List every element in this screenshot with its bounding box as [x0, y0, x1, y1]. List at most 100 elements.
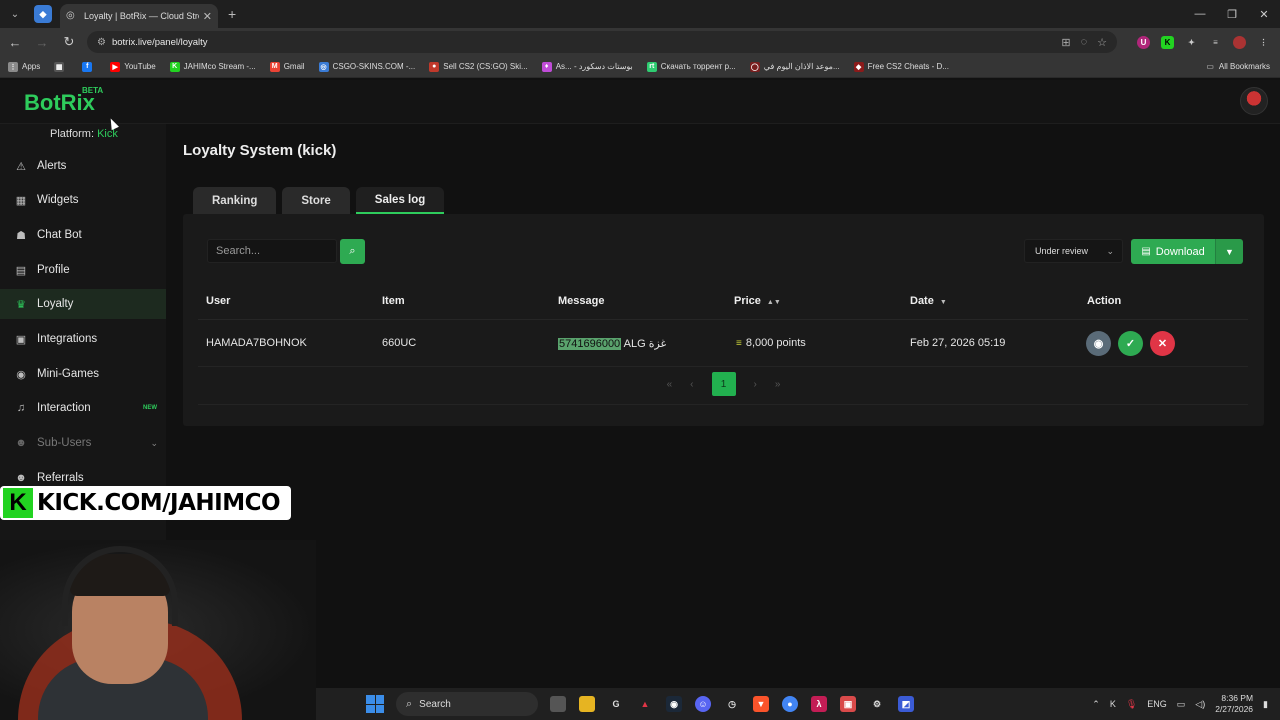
close-window-icon[interactable]: ✕: [1248, 0, 1280, 28]
integrations-icon: ▣: [15, 333, 27, 346]
sidebar-item-sub-users[interactable]: ☻ Sub-Users ⌄: [0, 428, 166, 458]
tab-close-icon[interactable]: ✕: [203, 10, 212, 23]
tab-ranking[interactable]: Ranking: [193, 187, 277, 214]
next-page-icon[interactable]: ›: [754, 379, 757, 390]
app-lambda-icon[interactable]: λ: [811, 696, 827, 712]
search-button[interactable]: ⌕: [340, 239, 365, 264]
download-button[interactable]: ▤ Download: [1131, 239, 1215, 264]
download-dropdown-button[interactable]: ▼: [1215, 239, 1243, 264]
sidebar-item-interaction[interactable]: ♫ Interaction NEW: [0, 393, 166, 423]
botrix-logo[interactable]: BotRix BETA: [24, 86, 103, 116]
header-message: Message: [558, 295, 605, 307]
bookmark-item[interactable]: rt Скачать торрент р...: [646, 61, 736, 72]
bookmark-label: CSGO-SKINS.COM -...: [332, 62, 416, 71]
reject-button[interactable]: ✕: [1150, 331, 1175, 356]
profile-avatar-icon[interactable]: [1233, 35, 1246, 49]
tab-sales-log[interactable]: Sales log: [355, 187, 445, 214]
sidebar-item-alerts[interactable]: ⚠ Alerts: [0, 151, 166, 181]
reload-icon[interactable]: ↻: [57, 34, 81, 50]
restore-icon[interactable]: ❐: [1216, 0, 1248, 28]
header-price[interactable]: Price ▲▼: [734, 295, 781, 307]
extension-kick-icon[interactable]: K: [1161, 35, 1174, 49]
bookmark-item[interactable]: ⋮ Apps: [8, 61, 40, 72]
discord-icon[interactable]: ☺: [695, 696, 711, 712]
all-bookmarks-button[interactable]: ▭ All Bookmarks: [1206, 62, 1270, 71]
platform-value[interactable]: Kick: [97, 128, 118, 140]
bookmark-item[interactable]: ▶ YouTube: [110, 61, 156, 72]
new-tab-icon[interactable]: +: [228, 6, 236, 22]
header-date[interactable]: Date ▼: [910, 295, 947, 307]
bookmark-item[interactable]: f: [82, 61, 96, 72]
status-filter-select[interactable]: Under review ⌄: [1024, 239, 1123, 263]
sidebar-item-profile[interactable]: ▤ Profile: [0, 255, 166, 285]
settings-icon[interactable]: ⚙: [869, 696, 885, 712]
bookmark-favicon-icon: ♦: [541, 61, 552, 72]
status-filter-value: Under review: [1035, 246, 1089, 256]
sidebar-item-integrations[interactable]: ▣ Integrations: [0, 324, 166, 354]
app-screen-icon[interactable]: ▣: [840, 696, 856, 712]
windows-start-icon[interactable]: [366, 695, 384, 713]
prev-page-icon[interactable]: ‹: [690, 379, 693, 390]
language-indicator[interactable]: ENG: [1147, 699, 1167, 709]
sidebar-item-widgets[interactable]: ▦ Widgets: [0, 185, 166, 215]
sidebar-item-label: Mini-Games: [37, 368, 99, 380]
file-explorer-icon[interactable]: [579, 696, 595, 712]
site-info-icon[interactable]: ⚙: [97, 37, 106, 48]
search-input[interactable]: [207, 239, 337, 263]
eye-off-icon[interactable]: ◌: [1081, 36, 1088, 49]
sidebar-item-label: Profile: [37, 264, 70, 276]
browser-tab-active[interactable]: ◎ Loyalty | BotRix — Cloud Stream ✕: [60, 4, 218, 28]
sidebar-item-label: Loyalty: [37, 298, 74, 310]
browser-menu-icon[interactable]: ⋮: [1257, 36, 1270, 49]
brave-icon[interactable]: ▼: [753, 696, 769, 712]
network-icon[interactable]: ▭: [1177, 699, 1186, 710]
tray-kick-icon[interactable]: K: [1110, 699, 1116, 709]
notifications-icon[interactable]: ▮: [1263, 699, 1268, 710]
translate-icon[interactable]: ⊞: [1061, 36, 1070, 49]
bookmark-label: Gmail: [283, 62, 305, 71]
app-clock-icon[interactable]: ◷: [724, 696, 740, 712]
bookmark-item[interactable]: K JAHIMco Stream -...: [169, 61, 256, 72]
app-store-icon[interactable]: ◩: [898, 696, 914, 712]
user-avatar[interactable]: [1240, 87, 1268, 115]
address-bar[interactable]: ⚙ botrix.live/panel/loyalty ⊞ ◌ ☆: [87, 31, 1117, 53]
bookmark-item[interactable]: ● Sell CS2 (CS:GO) Ski...: [429, 61, 528, 72]
taskbar-search[interactable]: ⌕ Search: [396, 692, 538, 716]
minimize-icon[interactable]: —: [1184, 0, 1216, 28]
extension-u-icon[interactable]: U: [1137, 35, 1150, 49]
tab-search-icon[interactable]: ⌄: [4, 4, 26, 24]
sidebar-item-mini-games[interactable]: ◉ Mini-Games: [0, 359, 166, 389]
forward-icon[interactable]: →: [30, 35, 54, 50]
chrome-icon[interactable]: ●: [782, 696, 798, 712]
app-a-icon[interactable]: ▲: [637, 696, 653, 712]
bookmark-item[interactable]: ◎ CSGO-SKINS.COM -...: [318, 61, 416, 72]
back-icon[interactable]: ←: [3, 35, 27, 50]
sales-log-panel: ⌕ Under review ⌄ ▤ Download ▼ User Item …: [183, 214, 1264, 426]
page-1-button[interactable]: 1: [711, 372, 736, 396]
pinned-tab-icon[interactable]: ◆: [34, 5, 52, 23]
tray-chevron-icon[interactable]: ⌃: [1092, 699, 1100, 710]
bookmark-item[interactable]: ▦: [54, 61, 68, 72]
bookmark-item[interactable]: M Gmail: [269, 61, 305, 72]
volume-icon[interactable]: ◁): [1195, 699, 1205, 710]
extensions-puzzle-icon[interactable]: ✦: [1185, 36, 1198, 49]
view-button[interactable]: ◉: [1086, 331, 1111, 356]
new-badge: NEW: [143, 405, 157, 411]
sidebar-item-chat-bot[interactable]: ☗ Chat Bot: [0, 220, 166, 250]
first-page-icon[interactable]: «: [667, 379, 673, 390]
approve-button[interactable]: ✓: [1118, 331, 1143, 356]
bookmark-item[interactable]: ◯ موعد الاذان اليوم في...: [749, 61, 840, 72]
star-icon[interactable]: ☆: [1097, 36, 1107, 49]
microphone-icon[interactable]: 🎙: [1126, 699, 1137, 710]
last-page-icon[interactable]: »: [775, 379, 781, 390]
steam-icon[interactable]: ◉: [666, 696, 682, 712]
clock[interactable]: 8:36 PM 2/27/2026: [1215, 693, 1253, 715]
tab-store[interactable]: Store: [282, 187, 350, 214]
bookmark-item[interactable]: ♦ As... - بوستات دسكورد: [541, 61, 633, 72]
bookmark-item[interactable]: ◆ Free CS2 Cheats - D...: [853, 61, 949, 72]
app-g-icon[interactable]: G: [608, 696, 624, 712]
reading-list-icon[interactable]: ≡: [1209, 36, 1222, 49]
kick-logo: K: [3, 488, 33, 518]
sidebar-item-loyalty[interactable]: ♛ Loyalty: [0, 289, 166, 319]
task-view-icon[interactable]: [550, 696, 566, 712]
